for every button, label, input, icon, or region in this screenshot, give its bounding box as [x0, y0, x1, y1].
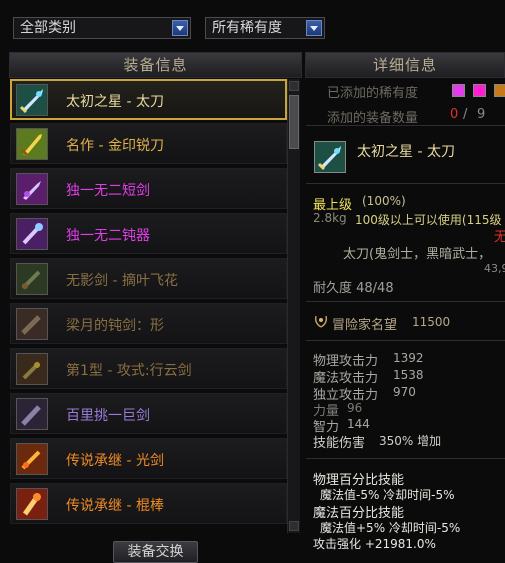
price: 43,9	[484, 262, 505, 275]
item-name: 第1型 - 攻式:行云剑	[66, 363, 192, 379]
light-sword-icon	[16, 443, 48, 475]
blunt-sword-icon	[16, 308, 48, 340]
equipment-list-scrollbar[interactable]	[287, 79, 300, 533]
list-item[interactable]: 名作 - 金印锐刀	[10, 123, 287, 164]
skill-line: 攻击强化 +21981.0%	[313, 537, 436, 551]
equipment-list: 太初之星 - 太刀 名作 - 金印锐刀 独一无二短剑 独一无二钝器 无影剑 - …	[10, 79, 287, 534]
equip-panel-title: 装备信息	[9, 52, 302, 78]
stat-intelligence-value: 144	[347, 417, 370, 431]
stat-physical-attack-value: 1392	[393, 351, 424, 365]
list-item[interactable]: 独一无二短剑	[10, 168, 287, 209]
item-name: 传说承继 - 光剑	[66, 453, 164, 469]
giant-sword-icon	[16, 398, 48, 430]
divider	[306, 458, 505, 459]
item-name: 独一无二短剑	[66, 183, 150, 199]
level-requirement: 100级以上可以使用(115级	[355, 213, 502, 227]
chevron-down-icon[interactable]	[306, 20, 322, 36]
golden-blade-icon	[16, 128, 48, 160]
added-count: 0	[450, 107, 459, 122]
rarity-dropdown[interactable]: 所有稀有度	[205, 17, 325, 39]
durability: 耐久度 48/48	[313, 281, 394, 296]
laurel-icon	[313, 314, 329, 328]
greatsword-icon	[16, 84, 48, 116]
skill-line: 魔法值+5% 冷却时间-5%	[320, 521, 461, 535]
stat-skill-damage-label: 技能伤害	[313, 436, 366, 451]
blunt-weapon-icon	[16, 218, 48, 250]
detail-panel-title: 详细信息	[305, 52, 505, 78]
detail-item-name: 太初之星 - 太刀	[357, 144, 455, 160]
divider	[306, 125, 505, 126]
item-name: 独一无二钝器	[66, 228, 150, 244]
greatsword-icon	[314, 141, 346, 173]
shadow-sword-icon	[16, 263, 48, 295]
list-item[interactable]: 传说承继 - 光剑	[10, 438, 287, 479]
divider	[306, 183, 505, 184]
edge-fragment: 无	[494, 230, 505, 245]
grade-pct: (100%)	[362, 194, 406, 208]
stat-skill-damage-value: 350% 增加	[379, 434, 442, 448]
rarity-swatch-epic[interactable]	[494, 84, 505, 97]
rarity-swatch-unique[interactable]	[452, 84, 465, 97]
skill-line: 魔法值-5% 冷却时间-5%	[320, 488, 455, 502]
list-item[interactable]: 百里挑一巨剑	[10, 393, 287, 434]
scroll-up-arrow-icon[interactable]	[289, 81, 299, 91]
stat-independent-attack-value: 970	[393, 385, 416, 399]
list-item[interactable]: 传说承继 - 棍棒	[10, 483, 287, 524]
item-name: 太初之星 - 太刀	[66, 94, 164, 110]
adventurer-fame: 11500	[412, 315, 451, 329]
item-name: 梁月的钝剑：形	[66, 318, 164, 334]
category-value: 全部类别	[20, 20, 76, 36]
divider	[306, 340, 505, 341]
list-item[interactable]: 第1型 - 攻式:行云剑	[10, 348, 287, 389]
item-name: 名作 - 金印锐刀	[66, 138, 164, 154]
scroll-thumb[interactable]	[289, 95, 299, 149]
list-item[interactable]: 梁月的钝剑：形	[10, 303, 287, 344]
adventurer-fame-label: 冒险家名望	[332, 318, 398, 333]
equipment-swap-button[interactable]: 装备交换	[113, 541, 198, 563]
chevron-down-icon[interactable]	[172, 20, 188, 36]
list-item[interactable]: 独一无二钝器	[10, 213, 287, 254]
weight: 2.8kg	[313, 211, 347, 225]
category-dropdown[interactable]: 全部类别	[13, 17, 191, 39]
divider	[306, 301, 505, 302]
cloud-sword-icon	[16, 353, 48, 385]
added-rarity-label: 已添加的稀有度	[327, 86, 419, 101]
short-sword-icon	[16, 173, 48, 205]
added-count-label: 添加的装备数量	[327, 111, 419, 126]
stat-magic-attack-value: 1538	[393, 368, 424, 382]
stat-strength-value: 96	[347, 401, 363, 415]
added-count-max: 9	[477, 107, 486, 122]
usable-classes: 太刀(鬼剑士，黑暗武士，	[343, 247, 492, 262]
rarity-swatch-legendary[interactable]	[473, 84, 486, 97]
list-item[interactable]: 太初之星 - 太刀	[10, 79, 287, 120]
club-icon	[16, 488, 48, 520]
added-count-sep: /	[463, 107, 468, 122]
item-name: 传说承继 - 棍棒	[66, 498, 164, 514]
scroll-down-arrow-icon[interactable]	[289, 521, 299, 531]
item-name: 百里挑一巨剑	[66, 408, 150, 424]
list-item[interactable]: 无影剑 - 摘叶飞花	[10, 258, 287, 299]
rarity-value: 所有稀有度	[212, 20, 282, 36]
item-name: 无影剑 - 摘叶飞花	[66, 273, 178, 289]
